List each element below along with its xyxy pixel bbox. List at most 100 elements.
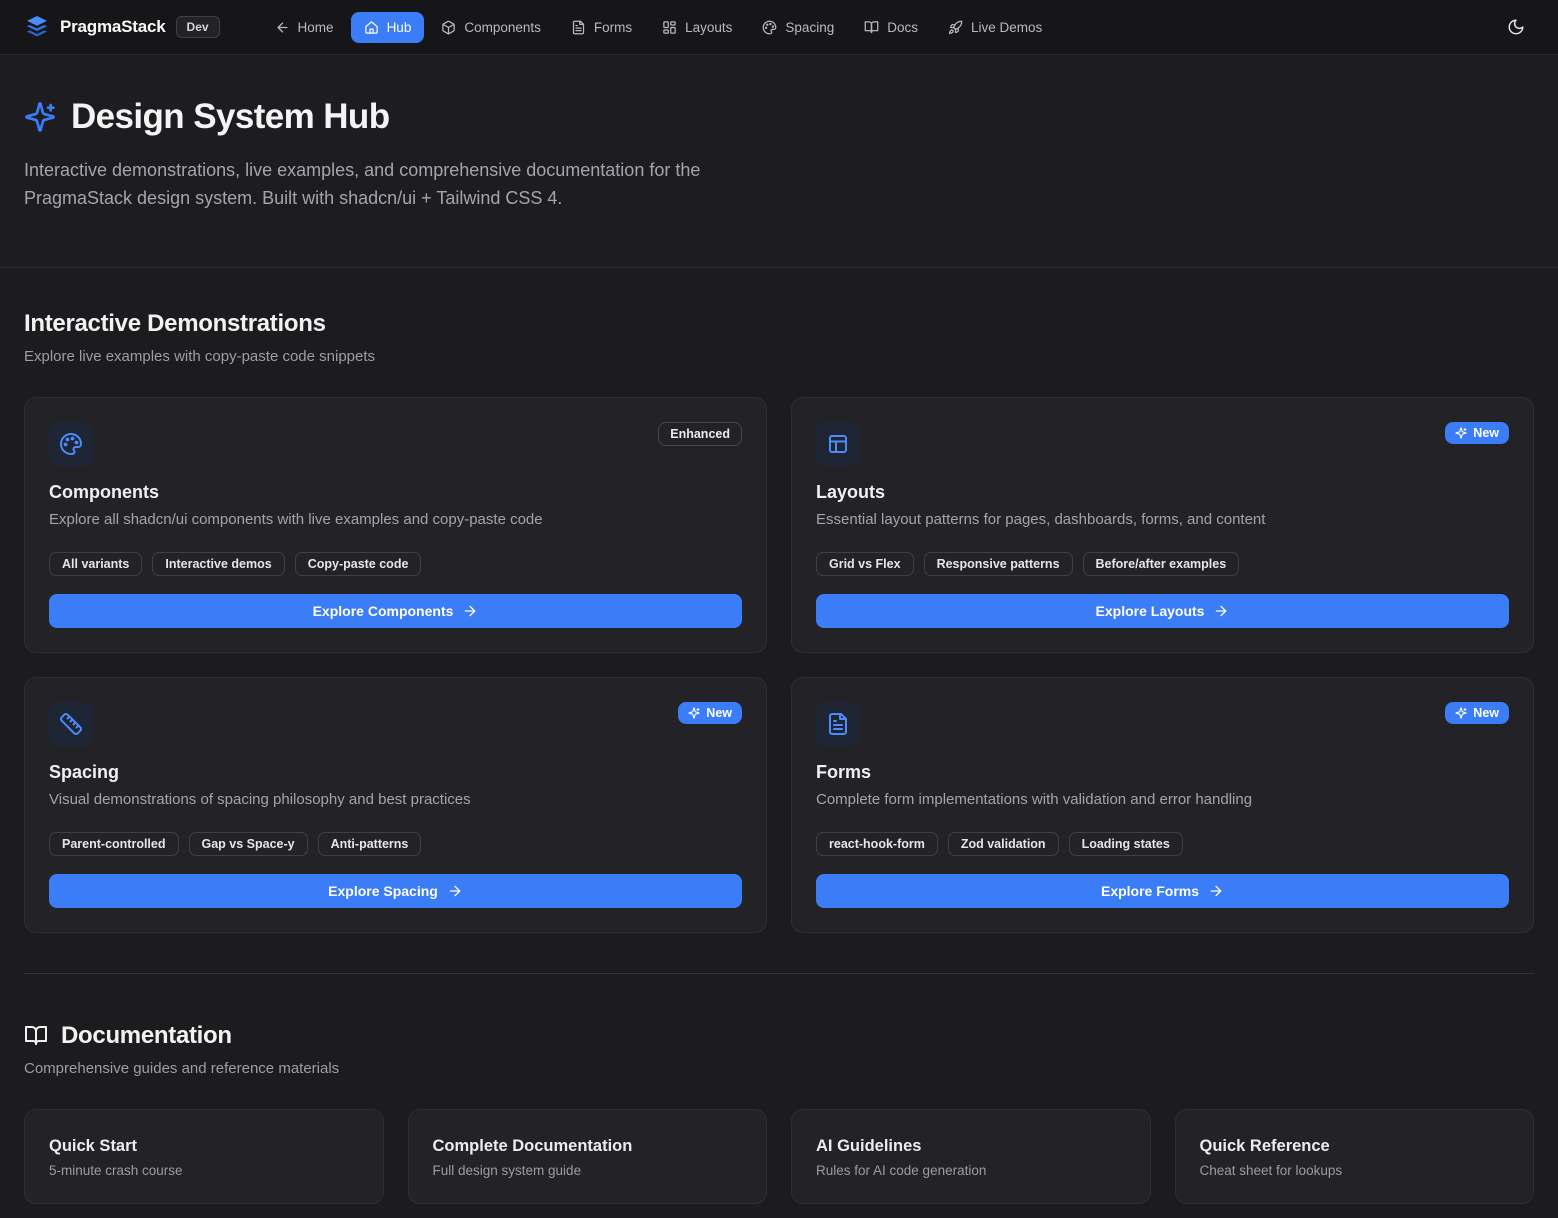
docs-grid: Quick Start 5-minute crash course Comple…	[24, 1109, 1534, 1204]
nav-item-forms[interactable]: Forms	[558, 12, 645, 43]
nav-item-spacing[interactable]: Spacing	[749, 12, 847, 43]
tag: Parent-controlled	[49, 832, 179, 856]
enhanced-badge: Enhanced	[658, 422, 742, 446]
demos-section-subtitle: Explore live examples with copy-paste co…	[24, 348, 1534, 365]
arrow-right-icon	[1213, 603, 1229, 619]
doc-card-quick-reference[interactable]: Quick Reference Cheat sheet for lookups	[1175, 1109, 1535, 1204]
card-title: Spacing	[49, 762, 742, 783]
tag: Responsive patterns	[924, 552, 1073, 576]
sparkles-icon	[1455, 707, 1467, 719]
doc-card-title: Quick Start	[49, 1137, 359, 1156]
tag: Zod validation	[948, 832, 1059, 856]
tag-row: react-hook-form Zod validation Loading s…	[816, 832, 1509, 856]
tag: Grid vs Flex	[816, 552, 914, 576]
doc-card-description: Full design system guide	[433, 1163, 743, 1178]
docs-section-title: Documentation	[61, 1022, 232, 1050]
nav-item-live-demos[interactable]: Live Demos	[935, 12, 1055, 43]
layout-template-icon	[816, 422, 860, 466]
docs-section: Documentation Comprehensive guides and r…	[0, 1022, 1558, 1204]
nav-label: Forms	[594, 20, 632, 35]
tag: Gap vs Space-y	[189, 832, 308, 856]
nav-item-layouts[interactable]: Layouts	[649, 12, 745, 43]
tag: Anti-patterns	[318, 832, 422, 856]
doc-card-ai-guidelines[interactable]: AI Guidelines Rules for AI code generati…	[791, 1109, 1151, 1204]
layout-grid-icon	[662, 20, 677, 35]
doc-card-description: 5-minute crash course	[49, 1163, 359, 1178]
doc-card-description: Cheat sheet for lookups	[1200, 1163, 1510, 1178]
demos-section-title: Interactive Demonstrations	[24, 310, 1534, 338]
badge-label: New	[1473, 426, 1499, 440]
doc-card-title: AI Guidelines	[816, 1137, 1126, 1156]
section-divider	[24, 973, 1534, 974]
arrow-right-icon	[447, 883, 463, 899]
new-badge: New	[678, 702, 742, 724]
file-text-icon	[816, 702, 860, 746]
tag-row: All variants Interactive demos Copy-past…	[49, 552, 742, 576]
doc-card-description: Rules for AI code generation	[816, 1163, 1126, 1178]
file-text-icon	[571, 20, 586, 35]
nav-label: Docs	[887, 20, 918, 35]
brand-name: PragmaStack	[60, 17, 166, 37]
demo-card-spacing: New Spacing Visual demonstrations of spa…	[24, 677, 767, 933]
demos-grid: Enhanced Components Explore all shadcn/u…	[24, 397, 1534, 933]
new-badge: New	[1445, 702, 1509, 724]
hero: Design System Hub Interactive demonstrat…	[0, 55, 1558, 268]
demo-card-layouts: New Layouts Essential layout patterns fo…	[791, 397, 1534, 653]
tag: Interactive demos	[152, 552, 284, 576]
nav-item-docs[interactable]: Docs	[851, 12, 931, 43]
explore-spacing-button[interactable]: Explore Spacing	[49, 874, 742, 908]
doc-card-complete-documentation[interactable]: Complete Documentation Full design syste…	[408, 1109, 768, 1204]
tag: All variants	[49, 552, 142, 576]
card-title: Forms	[816, 762, 1509, 783]
tag-row: Grid vs Flex Responsive patterns Before/…	[816, 552, 1509, 576]
package-icon	[441, 20, 456, 35]
doc-card-title: Quick Reference	[1200, 1137, 1510, 1156]
navbar: PragmaStack Dev Home Hub Components Fo	[0, 0, 1558, 55]
card-description: Explore all shadcn/ui components with li…	[49, 511, 742, 528]
demo-card-forms: New Forms Complete form implementations …	[791, 677, 1534, 933]
sparkles-icon	[688, 707, 700, 719]
sparkles-icon	[1455, 427, 1467, 439]
nav-label: Components	[464, 20, 541, 35]
docs-section-subtitle: Comprehensive guides and reference mater…	[24, 1060, 1534, 1077]
brand[interactable]: PragmaStack Dev	[24, 14, 220, 40]
nav-label: Hub	[387, 20, 412, 35]
palette-icon	[762, 20, 777, 35]
explore-forms-button[interactable]: Explore Forms	[816, 874, 1509, 908]
explore-components-button[interactable]: Explore Components	[49, 594, 742, 628]
theme-toggle-button[interactable]	[1498, 9, 1534, 45]
explore-layouts-button[interactable]: Explore Layouts	[816, 594, 1509, 628]
card-title: Layouts	[816, 482, 1509, 503]
nav-item-components[interactable]: Components	[428, 12, 554, 43]
button-label: Explore Layouts	[1096, 603, 1205, 619]
nav-label: Live Demos	[971, 20, 1042, 35]
card-description: Complete form implementations with valid…	[816, 791, 1509, 808]
doc-card-quick-start[interactable]: Quick Start 5-minute crash course	[24, 1109, 384, 1204]
new-badge: New	[1445, 422, 1509, 444]
tag: Before/after examples	[1083, 552, 1240, 576]
tag: Loading states	[1069, 832, 1183, 856]
nav-label: Spacing	[785, 20, 834, 35]
arrow-left-icon	[275, 20, 290, 35]
button-label: Explore Spacing	[328, 883, 438, 899]
tag-row: Parent-controlled Gap vs Space-y Anti-pa…	[49, 832, 742, 856]
arrow-right-icon	[462, 603, 478, 619]
house-icon	[364, 20, 379, 35]
arrow-right-icon	[1208, 883, 1224, 899]
button-label: Explore Components	[313, 603, 454, 619]
layers-logo-icon	[24, 14, 50, 40]
nav-item-hub[interactable]: Hub	[351, 12, 425, 43]
demo-card-components: Enhanced Components Explore all shadcn/u…	[24, 397, 767, 653]
card-description: Essential layout patterns for pages, das…	[816, 511, 1509, 528]
ruler-icon	[49, 702, 93, 746]
nav-label: Home	[298, 20, 334, 35]
button-label: Explore Forms	[1101, 883, 1199, 899]
tag: react-hook-form	[816, 832, 938, 856]
book-open-icon	[24, 1024, 48, 1048]
card-title: Components	[49, 482, 742, 503]
book-open-icon	[864, 20, 879, 35]
page-title: Design System Hub	[71, 97, 390, 137]
nav-item-home[interactable]: Home	[262, 12, 347, 43]
palette-icon	[49, 422, 93, 466]
page-description: Interactive demonstrations, live example…	[24, 157, 769, 213]
